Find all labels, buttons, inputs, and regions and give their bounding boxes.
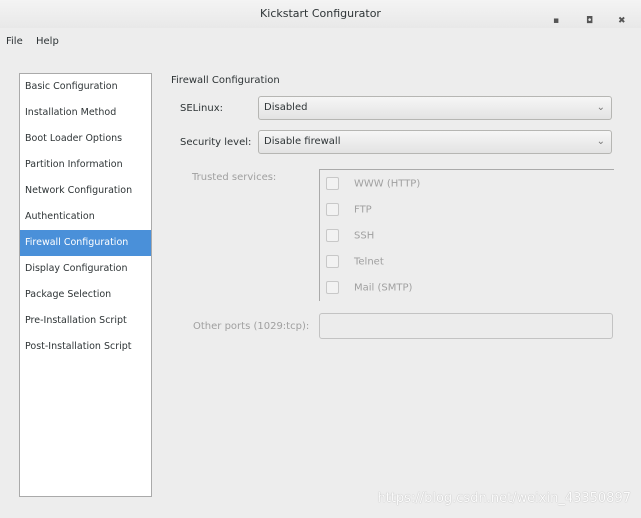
sidebar-item-post-installation-script[interactable]: Post-Installation Script — [20, 334, 151, 360]
trusted-services-list: WWW (HTTP) FTP SSH Telnet Mail (SMTP) — [319, 169, 614, 301]
checkbox-icon — [326, 229, 339, 242]
selinux-value: Disabled — [264, 102, 308, 113]
selinux-label: SELinux: — [180, 103, 223, 114]
service-ssh-checkbox[interactable]: SSH — [326, 229, 374, 243]
sidebar-item-boot-loader-options[interactable]: Boot Loader Options — [20, 126, 151, 152]
window-title: Kickstart Configurator — [260, 7, 381, 20]
checkbox-icon — [326, 255, 339, 268]
menu-file[interactable]: File — [6, 36, 23, 47]
service-label: Telnet — [354, 256, 384, 268]
service-label: WWW (HTTP) — [354, 178, 421, 190]
sidebar-item-basic-configuration[interactable]: Basic Configuration — [20, 74, 151, 100]
checkbox-icon — [326, 281, 339, 294]
service-telnet-checkbox[interactable]: Telnet — [326, 255, 384, 269]
service-label: FTP — [354, 204, 372, 216]
checkbox-icon — [326, 177, 339, 190]
selinux-select[interactable]: Disabled ⌄ — [258, 96, 612, 120]
sidebar-item-pre-installation-script[interactable]: Pre-Installation Script — [20, 308, 151, 334]
menu-help[interactable]: Help — [36, 36, 59, 47]
service-smtp-checkbox[interactable]: Mail (SMTP) — [326, 281, 412, 295]
sidebar-item-firewall-configuration[interactable]: Firewall Configuration — [20, 230, 151, 256]
sidebar-item-display-configuration[interactable]: Display Configuration — [20, 256, 151, 282]
section-heading: Firewall Configuration — [171, 75, 280, 86]
maximize-button[interactable]: ◘ — [586, 7, 593, 35]
security-level-value: Disable firewall — [264, 136, 341, 147]
sidebar-item-package-selection[interactable]: Package Selection — [20, 282, 151, 308]
other-ports-input[interactable] — [319, 313, 613, 339]
sidebar-item-network-configuration[interactable]: Network Configuration — [20, 178, 151, 204]
service-label: SSH — [354, 230, 375, 242]
trusted-services-label: Trusted services: — [192, 172, 277, 183]
service-www-checkbox[interactable]: WWW (HTTP) — [326, 177, 420, 191]
minimize-button[interactable]: ▪ — [553, 7, 559, 35]
watermark: https://blog.csdn.net/weixin_43350897 — [377, 491, 631, 506]
security-level-select[interactable]: Disable firewall ⌄ — [258, 130, 612, 154]
checkbox-icon — [326, 203, 339, 216]
sidebar-item-authentication[interactable]: Authentication — [20, 204, 151, 230]
menu-bar: File Help — [0, 34, 641, 50]
title-bar: Kickstart Configurator ▪ ◘ ✖ — [0, 0, 641, 28]
security-level-label: Security level: — [180, 137, 252, 148]
sidebar-item-partition-information[interactable]: Partition Information — [20, 152, 151, 178]
chevron-down-icon: ⌄ — [596, 136, 605, 147]
service-ftp-checkbox[interactable]: FTP — [326, 203, 372, 217]
chevron-down-icon: ⌄ — [596, 102, 605, 113]
close-button[interactable]: ✖ — [618, 7, 626, 35]
section-list: Basic Configuration Installation Method … — [19, 73, 152, 497]
other-ports-label: Other ports (1029:tcp): — [193, 321, 310, 332]
service-label: Mail (SMTP) — [354, 282, 413, 294]
sidebar-item-installation-method[interactable]: Installation Method — [20, 100, 151, 126]
